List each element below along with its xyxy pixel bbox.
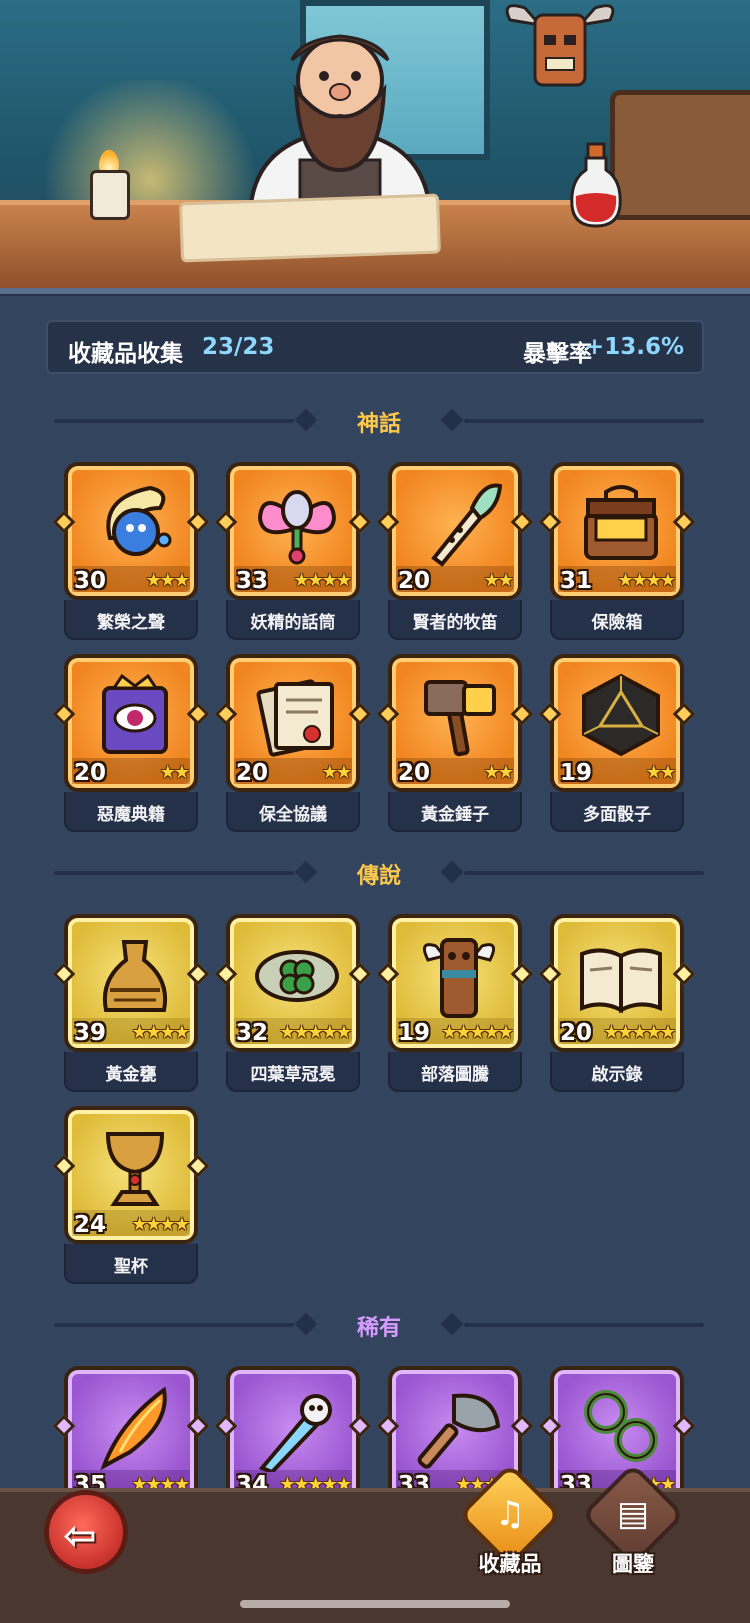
collectible-card[interactable]: 20 ★★ 賢者的牧笛	[376, 462, 534, 640]
tab-collection[interactable]: ♫ 收藏品	[455, 1462, 565, 1588]
collectible-card[interactable]: 33 ★★★★ 妖精的話筒	[214, 462, 372, 640]
blue-spirit-orb-icon	[106, 485, 172, 556]
item-level: 20	[74, 760, 107, 786]
clover-crown-icon	[255, 950, 339, 1002]
star-rating: ★★	[159, 762, 190, 783]
star-rating: ★★★★	[131, 1022, 190, 1043]
item-level: 39	[74, 1020, 107, 1046]
harp-icon: ♫	[494, 1494, 526, 1534]
item-level: 30	[74, 568, 107, 594]
book-icon: ▤	[616, 1494, 650, 1534]
item-level: 20	[560, 1020, 593, 1046]
item-name: 保全協議	[259, 805, 327, 825]
collectible-card[interactable]: 20 ★★★★★ 啟示錄	[538, 914, 696, 1092]
back-button[interactable]: ⇦	[44, 1490, 128, 1574]
tab-label: 收藏品	[478, 1552, 542, 1576]
home-indicator[interactable]	[240, 1600, 510, 1608]
ice-dagger-icon	[258, 1394, 332, 1472]
tab-label: 圖鑒	[612, 1552, 654, 1576]
golden-urn-icon	[103, 940, 167, 1012]
panel-divider	[0, 288, 750, 296]
crit-rate-value: +13.6%	[584, 334, 684, 360]
thorn-vine-icon	[584, 1390, 658, 1462]
section-header-myth: 神話	[54, 406, 704, 437]
star-rating: ★★★★★	[603, 1022, 676, 1043]
star-rating: ★★★★	[293, 570, 352, 591]
collectible-card[interactable]: 31 ★★★★ 保險箱	[538, 462, 696, 640]
collectible-card[interactable]: 32 ★★★★★ 四葉草冠冕	[214, 914, 372, 1092]
section-header-rare: 稀有	[54, 1310, 704, 1341]
candle-icon	[90, 170, 130, 220]
item-name: 四葉草冠冕	[250, 1065, 336, 1085]
treasure-chest-icon	[584, 485, 658, 560]
item-name: 妖精的話筒	[250, 613, 336, 633]
item-name: 黃金甕	[105, 1065, 157, 1085]
fairy-microphone-icon	[257, 490, 337, 565]
item-name: 惡魔典籍	[97, 805, 165, 825]
collectible-card[interactable]: 30 ★★★ 繁榮之聲	[52, 462, 210, 640]
contract-scroll-icon	[256, 679, 334, 757]
stone-axe-icon	[417, 1393, 501, 1469]
collectible-card[interactable]: 39 ★★★★ 黃金甕	[52, 914, 210, 1092]
shop-banner	[0, 0, 750, 290]
collectible-card[interactable]: 20 ★★ 惡魔典籍	[52, 654, 210, 832]
collectible-card[interactable]: 20 ★★ 黃金錘子	[376, 654, 534, 832]
item-name: 部落圖騰	[421, 1065, 489, 1085]
collectible-card[interactable]: 20 ★★ 保全協議	[214, 654, 372, 832]
star-rating: ★★	[321, 762, 352, 783]
tab-codex[interactable]: ▤ 圖鑒	[578, 1462, 688, 1588]
tiki-mask-decoration	[505, 4, 615, 87]
item-level: 20	[398, 568, 431, 594]
collection-summary: 收藏品收集 23/23 暴擊率 +13.6%	[46, 320, 704, 374]
crit-rate-label: 暴擊率	[523, 341, 592, 367]
collectible-card[interactable]: 19 ★★★★★ 部落圖騰	[376, 914, 534, 1092]
star-rating: ★★★	[145, 570, 190, 591]
item-name: 繁榮之聲	[97, 613, 165, 633]
back-arrow-icon: ⇦	[63, 1513, 97, 1559]
star-rating: ★★★★	[617, 570, 676, 591]
item-name: 聖杯	[114, 1257, 148, 1277]
collectible-card[interactable]: 24 ★★★★ 聖杯	[52, 1106, 210, 1284]
star-rating: ★★	[645, 762, 676, 783]
treasure-map	[179, 193, 441, 263]
star-rating: ★★★★	[131, 1214, 190, 1235]
holy-grail-icon	[105, 1132, 165, 1206]
star-rating: ★★★★★	[441, 1022, 514, 1043]
item-level: 24	[74, 1212, 107, 1238]
red-potion-icon	[570, 142, 622, 228]
demon-tome-icon	[102, 673, 168, 754]
item-name: 啟示錄	[591, 1065, 643, 1085]
item-name: 黃金錘子	[421, 805, 489, 825]
item-level: 20	[398, 760, 431, 786]
tribal-totem-icon	[422, 938, 496, 1018]
item-level: 20	[236, 760, 269, 786]
star-rating: ★★★★★	[279, 1022, 352, 1043]
golden-hammer-icon	[424, 680, 496, 757]
star-rating: ★★	[483, 762, 514, 783]
collectible-card[interactable]: 19 ★★ 多面骰子	[538, 654, 696, 832]
collection-count: 23/23	[202, 334, 275, 360]
sage-flute-icon	[431, 483, 503, 567]
phoenix-feather-icon	[100, 1386, 167, 1471]
item-level: 32	[236, 1020, 269, 1046]
open-book-icon	[580, 948, 662, 1014]
item-level: 31	[560, 568, 593, 594]
star-rating: ★★	[483, 570, 514, 591]
dwarf-shopkeeper	[247, 34, 433, 220]
section-header-legend: 傳說	[54, 858, 704, 889]
collection-label: 收藏品收集	[68, 341, 183, 367]
item-name: 多面骰子	[583, 805, 651, 825]
item-level: 33	[236, 568, 269, 594]
item-level: 19	[560, 760, 593, 786]
item-level: 19	[398, 1020, 431, 1046]
item-name: 保險箱	[591, 613, 643, 633]
item-name: 賢者的牧笛	[412, 613, 498, 633]
treasure-chest-decoration	[610, 90, 750, 220]
polyhedral-dice-icon	[582, 673, 660, 757]
